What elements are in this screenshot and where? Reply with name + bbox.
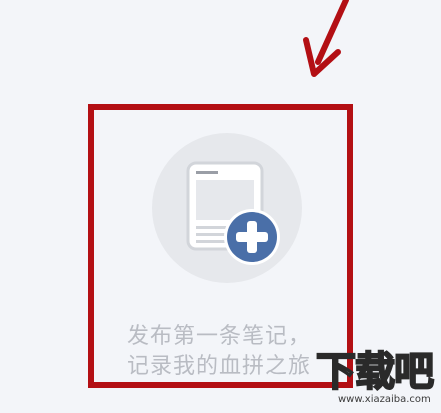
empty-state-line-1: 发布第一条笔记，	[127, 324, 312, 349]
watermark-logo: 下载吧 www.xiazaiba.com	[312, 349, 438, 410]
add-note-button[interactable]	[152, 133, 302, 283]
note-add-icon	[152, 133, 302, 283]
watermark-url: www.xiazaiba.com	[338, 394, 431, 405]
watermark-text: 下载吧	[315, 349, 435, 395]
